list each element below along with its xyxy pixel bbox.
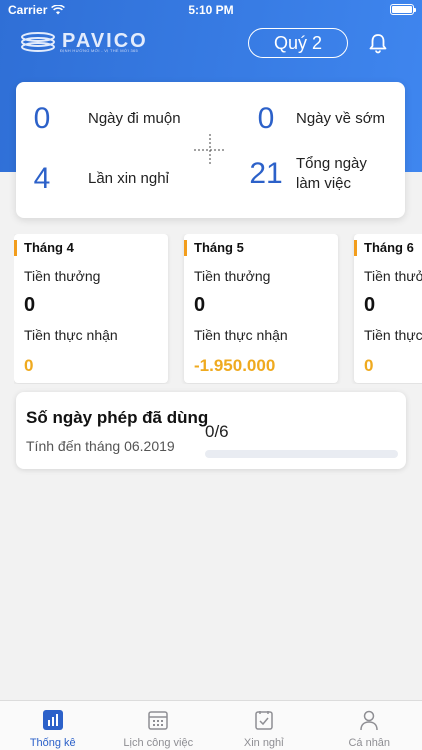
checklist-icon — [255, 711, 273, 730]
tab-statistics-label: Thống kê — [29, 737, 76, 749]
tab-bar: Thống kê Lịch công việc Xin nghỉ Cá nhân — [0, 700, 422, 750]
net-pay-value: -1.950.000 — [194, 356, 276, 375]
tab-leave-request[interactable]: Xin nghỉ — [211, 701, 317, 750]
month-card-4[interactable]: Tháng 4 Tiền thưởng 0 Tiền thực nhận 0 — [14, 234, 168, 383]
monthly-salary-carousel[interactable]: Tháng 4 Tiền thưởng 0 Tiền thực nhận 0 T… — [14, 234, 422, 384]
net-pay-value: 0 — [364, 356, 374, 375]
leave-usage-subtitle: Tính đến tháng 06.2019 — [26, 438, 175, 454]
bonus-label: Tiền thưởng — [194, 268, 271, 284]
logo-icon — [21, 31, 55, 52]
attendance-summary-card: 0 Ngày đi muộn 4 Lần xin nghỉ 0 Ngày về … — [16, 82, 405, 218]
month-title: Tháng 6 — [354, 240, 414, 256]
early-leave-value: 0 — [257, 102, 275, 135]
tab-leave-request-label: Xin nghỉ — [243, 737, 284, 749]
working-days-stat: 21 Tổng ngày làm việc — [248, 154, 367, 194]
late-days-value: 0 — [33, 102, 51, 135]
month-title: Tháng 5 — [184, 240, 244, 256]
working-days-value: 21 — [249, 157, 283, 190]
net-pay-value: 0 — [24, 356, 34, 375]
working-days-label: Tổng ngày làm việc — [296, 154, 367, 194]
leave-requests-value: 4 — [33, 162, 51, 195]
quarter-selector-button[interactable]: Quý 2 — [248, 28, 348, 58]
divider-cross-icon — [194, 134, 226, 166]
bonus-value: 0 — [194, 294, 206, 316]
early-leave-label: Ngày về sớm — [296, 110, 386, 127]
tab-work-schedule-label: Lịch công việc — [123, 737, 194, 749]
tab-statistics[interactable]: Thống kê — [0, 701, 106, 750]
working-days-label-line2: làm việc — [296, 175, 352, 192]
net-pay-label: Tiền thực nhận — [364, 327, 422, 343]
bonus-value: 0 — [24, 294, 36, 316]
net-pay-label: Tiền thực nhận — [194, 327, 288, 343]
logo-tagline: ĐỊNH HƯỚNG MỚI - VỊ THẾ MỚI 365 — [60, 48, 139, 53]
leave-usage-title: Số ngày phép đã dùng — [26, 408, 209, 427]
leave-usage-count: 0/6 — [205, 422, 229, 441]
status-time: 5:10 PM — [188, 3, 234, 17]
tab-work-schedule[interactable]: Lịch công việc — [106, 701, 212, 750]
battery-icon — [390, 4, 416, 15]
net-pay-label: Tiền thực nhận — [24, 327, 118, 343]
month-card-6[interactable]: Tháng 6 Tiền thưởng 0 Tiền thực nhận 0 — [354, 234, 422, 383]
bonus-label: Tiền thưởng — [24, 268, 101, 284]
tab-profile-label: Cá nhân — [348, 737, 391, 749]
bonus-label: Tiền thưởng — [364, 268, 422, 284]
calendar-icon — [148, 711, 168, 730]
bell-icon[interactable] — [367, 32, 389, 54]
bonus-value: 0 — [364, 294, 376, 316]
leave-usage-progress — [205, 450, 398, 458]
month-card-5[interactable]: Tháng 5 Tiền thưởng 0 Tiền thực nhận -1.… — [184, 234, 338, 383]
tab-profile[interactable]: Cá nhân — [317, 701, 422, 750]
late-days-stat: 0 Ngày đi muộn — [32, 102, 181, 136]
user-icon — [360, 710, 378, 731]
chart-icon — [42, 710, 63, 730]
leave-usage-card: Số ngày phép đã dùng Tính đến tháng 06.2… — [16, 392, 406, 469]
status-bar: Carrier 5:10 PM — [0, 0, 422, 20]
late-days-label: Ngày đi muộn — [88, 110, 181, 127]
working-days-label-line1: Tổng ngày — [296, 155, 367, 172]
leave-requests-stat: 4 Lần xin nghỉ — [32, 162, 169, 196]
leave-requests-label: Lần xin nghỉ — [88, 170, 169, 187]
month-title: Tháng 4 — [14, 240, 74, 256]
early-leave-stat: 0 Ngày về sớm — [256, 102, 385, 136]
